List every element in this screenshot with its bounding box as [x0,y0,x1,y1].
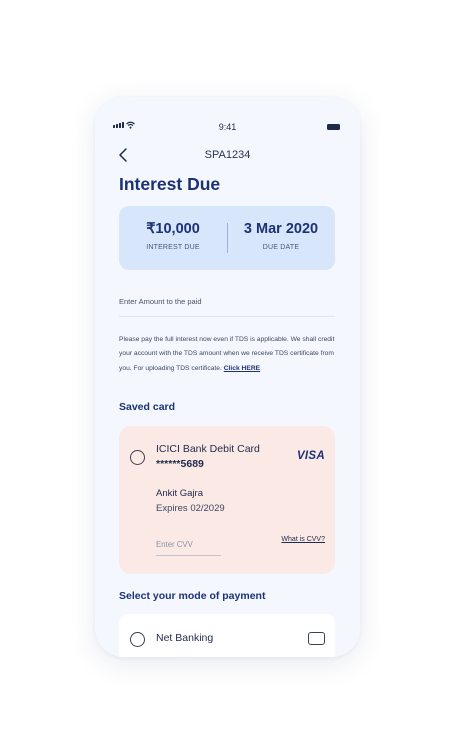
due-date-group: 3 Mar 2020 DUE DATE [227,221,335,251]
nav-title: SPA1234 [204,149,251,161]
net-banking-option[interactable]: Net Banking [119,614,335,657]
phone-frame: 9:41 SPA1234 Interest Due ₹10,000 INTERE… [95,97,360,657]
saved-card[interactable]: ICICI Bank Debit Card ******5689 VISA An… [119,426,335,574]
card-number: ******5689 [156,458,204,470]
payment-mode-heading: Select your mode of payment [119,590,266,602]
interest-summary-box: ₹10,000 INTEREST DUE 3 Mar 2020 DUE DATE [119,206,335,270]
page-title: Interest Due [119,174,221,194]
interest-due-label: INTEREST DUE [146,244,200,251]
interest-due-value: ₹10,000 [146,221,200,237]
due-date-value: 3 Mar 2020 [243,221,319,237]
battery-icon [327,124,340,130]
due-date-label: DUE DATE [262,244,300,251]
amount-input[interactable]: Enter Amount to the paid [119,297,202,306]
saved-card-heading: Saved card [119,401,176,413]
what-is-cvv-link[interactable]: What is CVV? [281,536,325,543]
net-banking-radio[interactable] [130,632,145,647]
tds-note: Please pay the full interest now even if… [119,333,337,376]
nav-bar: SPA1234 [95,147,360,165]
card-radio-button[interactable] [130,450,145,465]
status-time: 9:41 [218,122,237,132]
card-holder-name: Ankit Gajra [156,488,203,499]
cvv-input[interactable] [156,534,221,556]
interest-due-group: ₹10,000 INTEREST DUE [119,221,227,251]
net-banking-checkbox[interactable] [308,632,325,645]
card-expiry: Expires 02/2029 [156,503,225,514]
visa-logo: VISA [296,450,325,462]
status-bar: 9:41 [95,121,360,135]
click-here-link[interactable]: Click HERE [224,365,260,372]
net-banking-label: Net Banking [156,632,214,644]
amount-input-underline [119,316,335,317]
card-name: ICICI Bank Debit Card [156,443,260,455]
